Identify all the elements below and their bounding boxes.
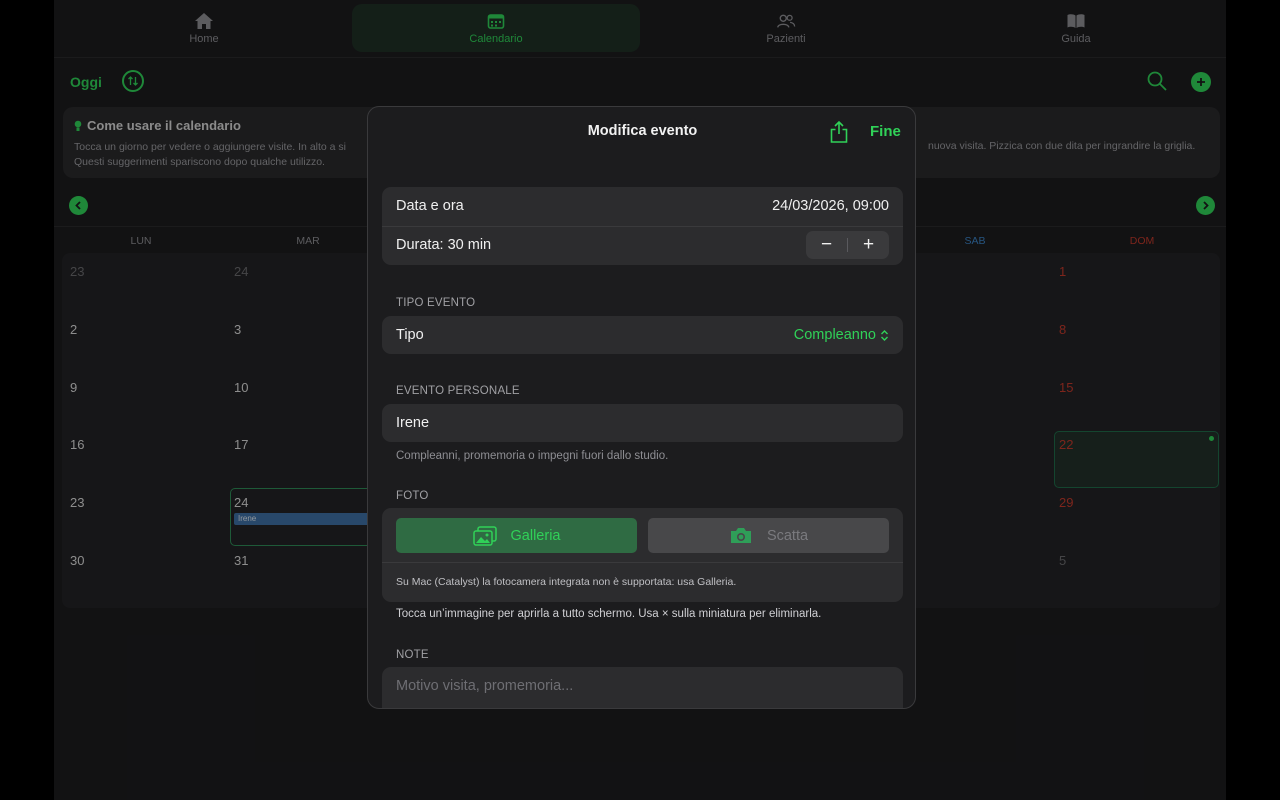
divider [382, 562, 903, 563]
type-value[interactable]: Compleanno [794, 327, 889, 343]
personal-section-label: EVENTO PERSONALE [396, 385, 520, 397]
notes-section-label: NOTE [396, 649, 429, 661]
type-picker-row[interactable]: Tipo Compleanno [382, 316, 903, 354]
gallery-label: Galleria [510, 527, 561, 544]
type-section-label: TIPO EVENTO [396, 297, 476, 309]
decrement-button[interactable]: − [806, 231, 847, 259]
notes-placeholder: Motivo visita, promemoria... [396, 678, 574, 694]
gallery-button[interactable]: Galleria [396, 518, 637, 553]
increment-button[interactable]: + [848, 231, 889, 259]
type-label: Tipo [396, 327, 424, 343]
personal-name-field[interactable]: Irene [382, 404, 903, 442]
camera-icon [730, 528, 751, 543]
camera-unsupported-note: Su Mac (Catalyst) la fotocamera integrat… [396, 576, 737, 588]
notes-field[interactable]: Motivo visita, promemoria... [382, 667, 903, 708]
personal-hint: Compleanni, promemoria o impegni fuori d… [396, 450, 669, 462]
date-value[interactable]: 24/03/2026, 09:00 [772, 198, 889, 214]
photo-group: Galleria Scatta Su Mac (Catalyst) la fot… [382, 508, 903, 602]
date-duration-group: Data e ora 24/03/2026, 09:00 Durata: 30 … [382, 187, 903, 265]
photo-gallery-icon [472, 525, 497, 546]
camera-label: Scatta [766, 527, 809, 544]
photo-hint: Tocca un’immagine per aprirla a tutto sc… [396, 608, 822, 620]
share-icon[interactable] [828, 120, 850, 144]
date-label: Data e ora [396, 198, 464, 214]
duration-stepper: − + [806, 231, 889, 259]
edit-event-sheet: Modifica evento Fine Data e ora 24/03/20… [367, 106, 916, 709]
camera-button[interactable]: Scatta [648, 518, 889, 553]
chevron-updown-icon [881, 329, 888, 341]
type-value-text: Compleanno [793, 327, 876, 343]
done-button[interactable]: Fine [870, 123, 901, 140]
photo-section-label: FOTO [396, 490, 429, 502]
duration-label: Durata: 30 min [396, 237, 492, 253]
divider [382, 226, 903, 227]
personal-name-value: Irene [396, 415, 430, 431]
